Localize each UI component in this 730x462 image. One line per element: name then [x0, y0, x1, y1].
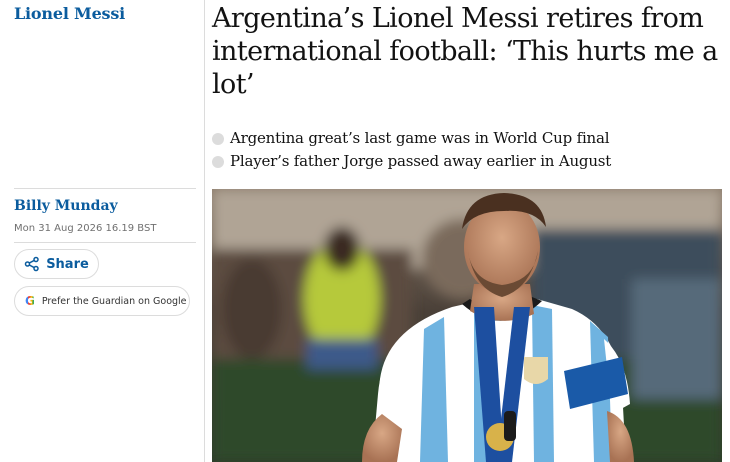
bullet-icon [212, 132, 224, 145]
bullet-icon [212, 155, 224, 168]
prefer-on-google-button[interactable]: G Prefer the Guardian on Google [14, 286, 190, 316]
standfirst-item: Player’s father Jorge passed away earlie… [212, 150, 722, 173]
standfirst-text: Player’s father Jorge passed away earlie… [230, 152, 612, 170]
author-byline[interactable]: Billy Munday [14, 198, 118, 214]
meta-divider [14, 188, 196, 189]
publish-date: Mon 31 Aug 2026 16.19 BST [14, 223, 157, 234]
share-label: Share [46, 256, 89, 272]
section-link[interactable]: Lionel Messi [14, 4, 125, 23]
column-divider [204, 0, 205, 462]
standfirst-list: Argentina great’s last game was in World… [212, 127, 722, 173]
standfirst-text: Argentina great’s last game was in World… [230, 129, 610, 147]
share-button[interactable]: Share [14, 249, 99, 279]
article-headline: Argentina’s Lionel Messi retires from in… [212, 3, 718, 100]
share-icon [24, 256, 39, 272]
google-icon: G [25, 294, 35, 308]
photo-of-footballer [212, 189, 722, 462]
article-main-image[interactable] [212, 189, 722, 462]
google-label: Prefer the Guardian on Google [41, 295, 187, 307]
meta-divider-2 [14, 242, 196, 243]
standfirst-item: Argentina great’s last game was in World… [212, 127, 722, 150]
article-meta-column: Lionel Messi Billy Munday Mon 31 Aug 202… [0, 0, 205, 462]
